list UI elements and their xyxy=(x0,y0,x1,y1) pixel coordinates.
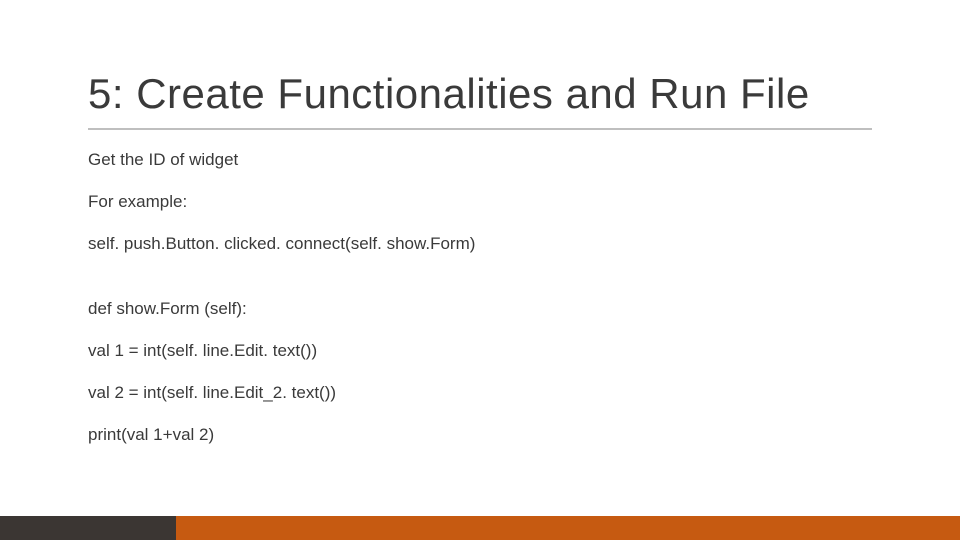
body-line-5: val 1 = int(self. line.Edit. text()) xyxy=(88,339,872,363)
slide-title: 5: Create Functionalities and Run File xyxy=(88,70,810,118)
body-spacer xyxy=(88,273,872,279)
slide: 5: Create Functionalities and Run File G… xyxy=(0,0,960,540)
body-line-1: Get the ID of widget xyxy=(88,148,872,172)
bottom-bar-dark-segment xyxy=(0,516,176,540)
title-underline xyxy=(88,128,872,130)
body-line-7: print(val 1+val 2) xyxy=(88,423,872,447)
bottom-accent-bar xyxy=(0,516,960,540)
body-line-3: self. push.Button. clicked. connect(self… xyxy=(88,232,872,256)
body-line-2: For example: xyxy=(88,190,872,214)
slide-body: Get the ID of widget For example: self. … xyxy=(88,148,872,465)
body-line-6: val 2 = int(self. line.Edit_2. text()) xyxy=(88,381,872,405)
body-line-4: def show.Form (self): xyxy=(88,297,872,321)
bottom-bar-orange-segment xyxy=(176,516,960,540)
